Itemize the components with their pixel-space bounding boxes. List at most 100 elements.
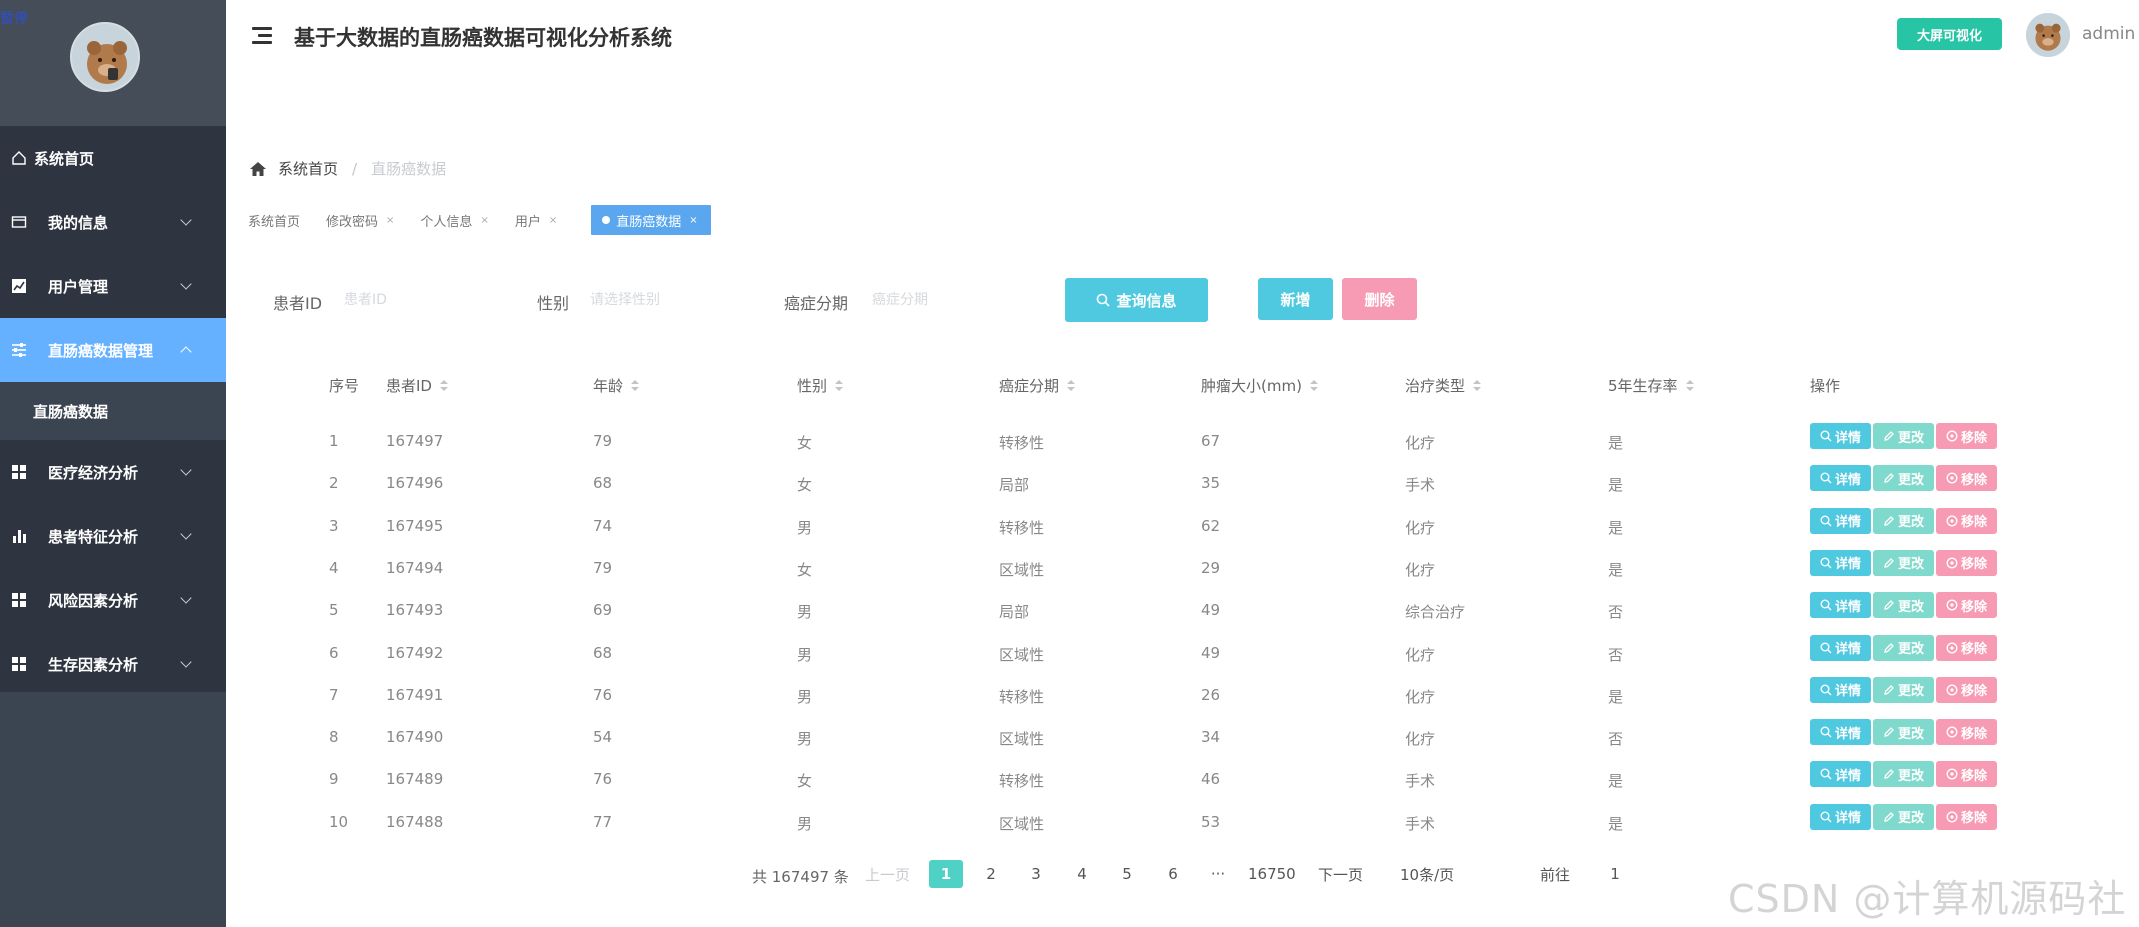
pagination-last-page[interactable]: 16750 (1248, 860, 1296, 888)
remove-button[interactable]: 移除 (1936, 465, 1997, 492)
pagination-page-3[interactable]: 3 (1019, 860, 1053, 888)
sidebar-item-user-management[interactable]: 用户管理 (0, 254, 226, 318)
tag-rectal-cancer-data[interactable]: 直肠癌数据 × (591, 205, 711, 235)
goto-label: 前往 (1539, 865, 1570, 884)
sort-icon[interactable] (1473, 379, 1482, 392)
detail-button[interactable]: 详情 (1810, 465, 1871, 492)
pagination-page-2[interactable]: 2 (974, 860, 1008, 888)
remove-button[interactable]: 移除 (1936, 634, 1997, 661)
sidebar-item-my-info[interactable]: 我的信息 (0, 190, 226, 254)
column-header-age[interactable]: 年龄 (593, 375, 640, 396)
edit-button[interactable]: 更改 (1873, 761, 1934, 788)
edit-button[interactable]: 更改 (1873, 634, 1934, 661)
tag-user[interactable]: 用户 × (515, 211, 557, 230)
column-header-patient-id[interactable]: 患者ID (386, 375, 448, 396)
column-header-treatment-type[interactable]: 治疗类型 (1405, 375, 1482, 396)
tag-home[interactable]: 系统首页 (248, 211, 300, 230)
close-icon[interactable]: × (386, 215, 394, 226)
detail-button[interactable]: 详情 (1810, 676, 1871, 703)
remove-button-label: 移除 (1960, 684, 1987, 700)
cell-tumor-size: 46 (1201, 770, 1221, 789)
edit-button[interactable]: 更改 (1873, 549, 1934, 576)
cell-tumor-size: 26 (1201, 685, 1221, 704)
detail-button[interactable]: 详情 (1810, 719, 1871, 746)
column-header-gender[interactable]: 性别 (797, 375, 844, 396)
sidebar-item-home[interactable]: 系统首页 (0, 126, 226, 190)
cell-age: 54 (593, 728, 613, 747)
cell-age: 79 (593, 432, 613, 450)
remove-button[interactable]: 移除 (1936, 549, 1997, 576)
detail-button[interactable]: 详情 (1810, 634, 1871, 661)
cell-treatment-type: 化疗 (1405, 518, 1436, 537)
patient-id-input[interactable] (344, 282, 514, 318)
watermark: CSDN @计算机源码社 (1728, 877, 2127, 921)
edit-button[interactable]: 更改 (1873, 423, 1934, 449)
remove-button[interactable]: 移除 (1936, 761, 1997, 788)
menu-toggle-icon[interactable] (252, 27, 272, 45)
big-screen-button[interactable]: 大屏可视化 (1897, 18, 2002, 50)
user-avatar[interactable] (2026, 13, 2070, 57)
username[interactable]: admin (2082, 24, 2135, 44)
pencil-icon (1883, 684, 1895, 696)
goto-page-input[interactable]: 1 (1598, 860, 1632, 888)
sort-icon[interactable] (1685, 379, 1694, 392)
add-button[interactable]: 新增 (1258, 278, 1333, 320)
tag-label: 直肠癌数据 (616, 214, 682, 230)
page-size-select[interactable]: 10条/页 (1400, 860, 1454, 888)
detail-button[interactable]: 详情 (1810, 549, 1871, 576)
cell-treatment-type: 化疗 (1405, 730, 1436, 749)
detail-button[interactable]: 详情 (1810, 803, 1871, 830)
detail-button[interactable]: 详情 (1810, 423, 1871, 449)
chevron-down-icon (180, 278, 192, 290)
sort-icon[interactable] (631, 379, 640, 392)
tag-personal-info[interactable]: 个人信息 × (420, 211, 488, 230)
pagination-page-1[interactable]: 1 (929, 860, 963, 888)
remove-button[interactable]: 移除 (1936, 803, 1997, 830)
cell-5yr-survival: 是 (1608, 687, 1624, 706)
cancer-stage-input[interactable] (872, 282, 1042, 318)
remove-button[interactable]: 移除 (1936, 507, 1997, 534)
cell-patient-id: 167494 (386, 558, 444, 577)
column-header-cancer-stage[interactable]: 癌症分期 (999, 375, 1076, 396)
edit-button[interactable]: 更改 (1873, 803, 1934, 830)
detail-button[interactable]: 详情 (1810, 507, 1871, 534)
pagination-ellipsis[interactable]: ··· (1201, 860, 1235, 888)
remove-button[interactable]: 移除 (1936, 676, 1997, 703)
close-icon[interactable]: × (689, 215, 697, 226)
delete-button[interactable]: 删除 (1342, 278, 1417, 320)
cell-tumor-size: 62 (1201, 516, 1221, 535)
column-header-tumor-size[interactable]: 肿瘤大小(mm) (1201, 375, 1318, 396)
remove-button[interactable]: 移除 (1936, 423, 1997, 449)
close-icon[interactable]: × (549, 215, 557, 226)
cell-5yr-survival: 否 (1608, 730, 1624, 749)
close-icon[interactable]: × (480, 215, 488, 226)
tag-change-password[interactable]: 修改密码 × (326, 211, 394, 230)
query-button[interactable]: 查询信息 (1065, 278, 1208, 322)
edit-button[interactable]: 更改 (1873, 465, 1934, 492)
detail-button[interactable]: 详情 (1810, 592, 1871, 619)
pagination-next[interactable]: 下一页 (1318, 860, 1363, 888)
sort-icon[interactable] (1309, 379, 1318, 392)
pagination-prev[interactable]: 上一页 (865, 860, 910, 888)
pencil-icon (1883, 642, 1895, 654)
edit-button[interactable]: 更改 (1873, 676, 1934, 703)
edit-button[interactable]: 更改 (1873, 592, 1934, 619)
edit-button[interactable]: 更改 (1873, 719, 1934, 746)
sort-icon[interactable] (1067, 379, 1076, 392)
sidebar-item-label: 用户管理 (48, 277, 109, 296)
sort-icon[interactable] (439, 379, 448, 392)
column-header-5yr-survival[interactable]: 5年生存率 (1608, 375, 1694, 396)
gender-select[interactable] (590, 282, 760, 318)
cell-patient-id: 167492 (386, 643, 444, 662)
edit-button[interactable]: 更改 (1873, 507, 1934, 534)
pagination-page-6[interactable]: 6 (1156, 860, 1190, 888)
remove-button[interactable]: 移除 (1936, 592, 1997, 619)
remove-button[interactable]: 移除 (1936, 719, 1997, 746)
pagination-page-4[interactable]: 4 (1065, 860, 1099, 888)
breadcrumb-home[interactable]: 系统首页 (278, 158, 338, 179)
sort-icon[interactable] (835, 379, 844, 392)
pagination-page-5[interactable]: 5 (1110, 860, 1144, 888)
sidebar-item-rectal-cancer-data-management[interactable]: 直肠癌数据管理 (0, 318, 226, 382)
gender-label: 性别 (537, 294, 570, 313)
detail-button[interactable]: 详情 (1810, 761, 1871, 788)
